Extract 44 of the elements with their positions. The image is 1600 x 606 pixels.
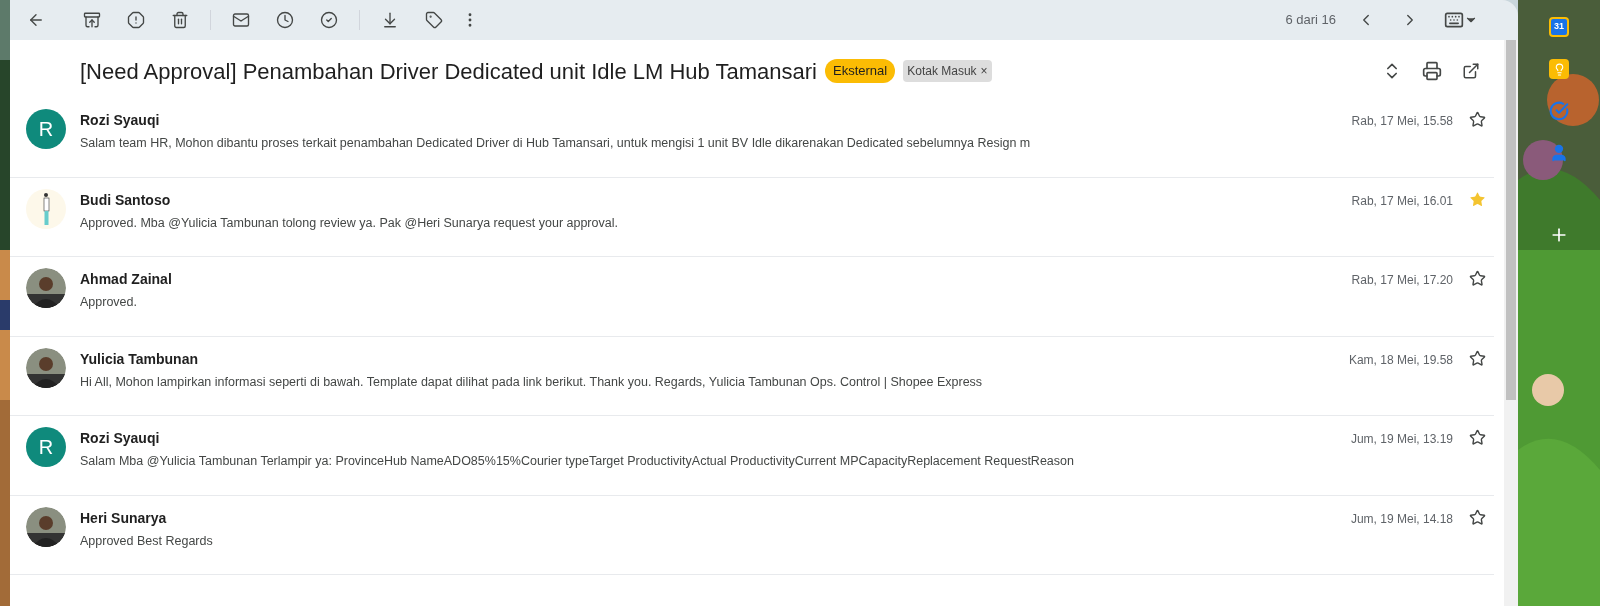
message-row[interactable]: Yulicia Tambunan Hi All, Mohon lampirkan informasi seperti di bawah. Template dapat dilihat pada link berikut. Thank you. Regards, Yulicia Tambunan Ops. Control | Shopee Express Kam, 18 Mei, 19.58 bbox=[10, 336, 1494, 416]
scrollbar-thumb[interactable] bbox=[1506, 40, 1516, 400]
sender-name: Rozi Syauqi bbox=[80, 111, 161, 130]
message-row[interactable]: R Rozi Syauqi Salam Mba @Yulicia Tambunan Terlampir ya: ProvinceHub NameADO85%15%Courier typeTarget ProductivityActual ProductivityCurrent MPCapacityReplacement RequestReason Jum, 19 Mei, 13.19 bbox=[10, 416, 1494, 496]
star-icon[interactable] bbox=[1469, 111, 1486, 128]
lightbulb-icon[interactable] bbox=[1549, 59, 1569, 79]
message-date: Jum, 19 Mei, 13.19 bbox=[1350, 431, 1453, 448]
star-icon[interactable] bbox=[1469, 270, 1486, 287]
message-date: Rab, 17 Mei, 15.58 bbox=[1351, 113, 1453, 130]
star-icon[interactable] bbox=[1469, 508, 1486, 526]
message-snippet: Approved Best Regards bbox=[80, 532, 214, 550]
message-row[interactable]: Budi Santoso Approved. Mba @Yulicia Tambunan tolong review ya. Pak @Heri Sunarya request your approval. Rab, 17 Mei, 16.01 bbox=[10, 177, 1494, 257]
message-date: Rab, 17 Mei, 16.01 bbox=[1351, 192, 1453, 210]
sender-name: Ahmad Zainal bbox=[80, 270, 173, 289]
message-row[interactable]: Heri Sunarya Approved Best Regards Jum, 19 Mei, 14.18 bbox=[10, 495, 1494, 575]
email-subject: [Need Approval] Penambahan Driver Dedicated unit Idle LM Hub Tamansari bbox=[80, 57, 817, 86]
sender-name: Heri Sunarya bbox=[80, 508, 168, 528]
avatar-icon bbox=[26, 188, 66, 229]
sender-name: Yulicia Tambunan bbox=[80, 349, 199, 369]
remove-label-button[interactable]: × bbox=[980, 62, 988, 80]
star-icon[interactable] bbox=[1469, 349, 1486, 367]
sender-name: Rozi Syauqi bbox=[80, 429, 161, 448]
message-date: Kam, 18 Mei, 19.58 bbox=[1348, 351, 1453, 369]
print-icon[interactable] bbox=[1422, 61, 1442, 81]
message-counter: 6 dari 16 bbox=[1285, 11, 1336, 30]
label-chip: Eksternal bbox=[825, 59, 896, 83]
message-row[interactable]: R Rozi Syauqi Salam team HR, Mohon dibantu proses terkait penambahan Dedicated Driver di Hub Tamansari, untuk mengisi 1 unit BV Idle dikarenakan Dedicated sebelumnya Resign m Rab, 17 Mei, 15.58 bbox=[10, 98, 1494, 178]
message-snippet: Salam Mba @Yulicia Tambunan Terlampir ya: ProvinceHub NameADO85%15%Courier typeTarget ProductivityActual ProductivityCurrent MPCapacityReplacement RequestReason bbox=[80, 453, 1075, 470]
message-snippet: Hi All, Mohon lampirkan informasi seperti di bawah. Template dapat dilihat pada link berikut. Thank you. Regards, Yulicia Tambunan Ops. Control | Shopee Express bbox=[80, 373, 984, 391]
message-snippet: Salam team HR, Mohon dibantu proses terkait penambahan Dedicated Driver di Hub Tamansari, untuk mengisi 1 unit BV Idle dikarenakan Dedicated sebelumnya Resign m bbox=[80, 135, 1032, 152]
message-snippet: Approved. bbox=[80, 294, 138, 311]
message-row[interactable]: Ahmad Zainal Approved. Rab, 17 Mei, 17.20 bbox=[10, 257, 1494, 337]
message-date: Rab, 17 Mei, 17.20 bbox=[1351, 272, 1453, 289]
label-text: Kotak Masuk bbox=[907, 63, 977, 80]
keyboard-icon[interactable] bbox=[1444, 10, 1478, 30]
open-new-window-icon[interactable] bbox=[1462, 62, 1480, 80]
avatar: R bbox=[26, 427, 66, 467]
star-icon[interactable] bbox=[1469, 190, 1486, 208]
calendar-icon[interactable]: 31 bbox=[1549, 17, 1569, 37]
avatar: R bbox=[26, 109, 66, 149]
star-icon[interactable] bbox=[1469, 429, 1486, 446]
message-date: Jum, 19 Mei, 14.18 bbox=[1350, 510, 1453, 528]
sender-name: Budi Santoso bbox=[80, 190, 172, 210]
message-snippet: Approved. Mba @Yulicia Tambunan tolong review ya. Pak @Heri Sunarya request your approval. bbox=[80, 214, 619, 232]
